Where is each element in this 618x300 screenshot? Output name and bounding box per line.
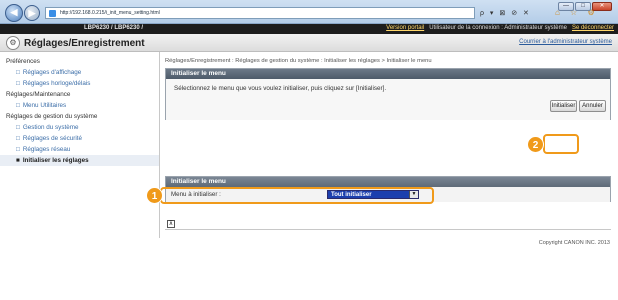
close-button[interactable]: ✕ — [592, 2, 612, 11]
bullet-icon: □ — [16, 135, 20, 142]
sidebar-item-network[interactable]: □ Réglages réseau — [0, 144, 159, 155]
panel-title: Initialiser le menu — [166, 69, 610, 79]
header-band: LBP6230 / LBP6230 / Version portail Util… — [0, 24, 618, 34]
admin-mail-link[interactable]: Courrier à l'administrateur système — [519, 39, 612, 45]
back-to-top-icon[interactable]: ⊼ — [167, 220, 175, 228]
bullet-icon: □ — [16, 124, 20, 131]
cancel-button[interactable]: Annuler — [579, 100, 606, 112]
sidebar-item-security[interactable]: □ Réglages de sécurité — [0, 133, 159, 144]
bullet-icon: □ — [16, 80, 20, 87]
window-controls: — □ ✕ — [558, 2, 612, 11]
address-url: http://192.168.0.215/i_init_menu_setting… — [60, 10, 160, 16]
sidebar-item-initialize[interactable]: ■ Initialiser les réglages — [0, 155, 159, 166]
bullet-icon: □ — [16, 102, 20, 109]
sidebar-group-preferences: Préférences — [6, 58, 40, 65]
minimize-button[interactable]: — — [558, 2, 574, 11]
page-title: Réglages/Enregistrement — [24, 38, 145, 49]
settings-icon: ⚙ — [6, 36, 20, 50]
sidebar-group-system: Réglages de gestion du système — [6, 113, 98, 120]
login-info: Utilisateur de la connexion : Administra… — [429, 25, 567, 31]
address-tools[interactable]: ρ ▾ ⊠ ⊘ ✕ — [480, 9, 531, 17]
favicon-icon — [49, 10, 56, 17]
portal-link[interactable]: Version portail — [386, 25, 424, 31]
divider — [165, 229, 611, 230]
sidebar: Préférences □ Réglages d'affichage □ Régla… — [0, 52, 160, 238]
sidebar-item-display[interactable]: □ Réglages d'affichage — [0, 67, 159, 78]
sidebar-item-clock[interactable]: □ Réglages horloge/délais — [0, 78, 159, 89]
back-button[interactable]: ◀ — [5, 4, 23, 22]
browser-toolbar: ◀ ▶ http://192.168.0.215/i_init_menu_set… — [0, 0, 618, 24]
callout-highlight-initialize — [543, 134, 579, 154]
panel-body: Sélectionnez le menu que vous voulez ini… — [166, 79, 610, 120]
callout-highlight-select — [160, 187, 434, 204]
printer-model: LBP6230 / LBP6230 / — [84, 25, 144, 31]
sidebar-item-utilities[interactable]: □ Menu Utilitaires — [0, 100, 159, 111]
logout-link[interactable]: Se déconnecter — [572, 25, 614, 31]
address-bar[interactable]: http://192.168.0.215/i_init_menu_setting… — [45, 7, 475, 19]
initialize-button[interactable]: Initialiser — [550, 100, 577, 112]
header-links: Version portail Utilisateur de la connex… — [386, 25, 614, 31]
sidebar-item-system-management[interactable]: □ Gestion du système — [0, 122, 159, 133]
bullet-icon: ■ — [16, 157, 20, 164]
sidebar-group-maintenance: Réglages/Maintenance — [6, 91, 71, 98]
callout-badge-1: 1 — [146, 187, 163, 204]
section-title: Initialiser le menu — [166, 177, 610, 187]
callout-badge-2: 2 — [527, 136, 544, 153]
copyright: Copyright CANON INC. 2013 — [538, 240, 610, 246]
title-bar: ⚙ Réglages/Enregistrement Courrier à l'a… — [0, 34, 618, 52]
init-menu-panel: Initialiser le menu Sélectionnez le menu… — [165, 68, 611, 120]
bullet-icon: □ — [16, 69, 20, 76]
instruction-text: Sélectionnez le menu que vous voulez ini… — [174, 85, 387, 92]
bullet-icon: □ — [16, 146, 20, 153]
breadcrumb: Réglages/Enregistrement : Réglages de ge… — [165, 58, 432, 64]
forward-button[interactable]: ▶ — [24, 5, 40, 21]
maximize-button[interactable]: □ — [575, 2, 591, 11]
